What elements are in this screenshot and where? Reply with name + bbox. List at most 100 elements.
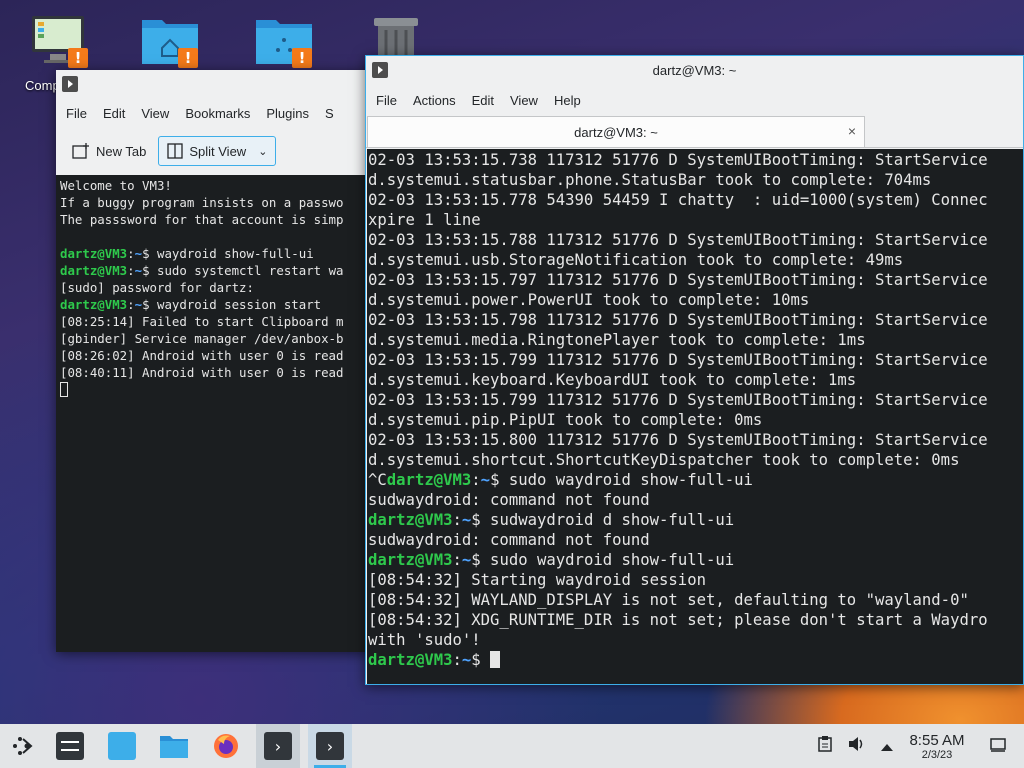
terminal-line: dartz@VM3:~$ sudwaydroid d show-full-ui xyxy=(368,511,735,529)
clipboard-icon[interactable] xyxy=(818,736,832,756)
right-terminal-output[interactable]: 02-03 13:53:15.738 117312 51776 D System… xyxy=(367,149,1023,684)
clock-time: 8:55 AM xyxy=(909,731,965,749)
new-tab-button[interactable]: New Tab xyxy=(66,136,152,166)
menu-edit[interactable]: Edit xyxy=(464,93,502,108)
right-titlebar[interactable]: dartz@VM3: ~ xyxy=(366,56,1023,84)
split-view-label: Split View xyxy=(189,143,247,159)
terminal-line: [08:25:14] Failed to start Clipboard m xyxy=(60,314,344,329)
window-menu-icon[interactable] xyxy=(372,62,388,78)
new-tab-label: New Tab xyxy=(96,143,147,159)
terminal-line: sudwaydroid: command not found xyxy=(368,531,650,549)
menu-actions[interactable]: Actions xyxy=(405,93,464,108)
terminal-line: d.systemui.media.RingtonePlayer took to … xyxy=(368,331,866,349)
terminal-line: 02-03 13:53:15.800 117312 51776 D System… xyxy=(368,431,988,449)
terminal-line: 02-03 13:53:15.797 117312 51776 D System… xyxy=(368,271,988,289)
file-manager-button[interactable] xyxy=(152,724,196,768)
terminal-line: 02-03 13:53:15.798 117312 51776 D System… xyxy=(368,311,988,329)
terminal-tab[interactable]: dartz@VM3: ~ × xyxy=(367,116,865,147)
menu-settings[interactable]: S xyxy=(317,106,342,121)
terminal-line: 02-03 13:53:15.799 117312 51776 D System… xyxy=(368,391,988,409)
window-title: dartz@VM3: ~ xyxy=(652,62,737,78)
kde-launcher-icon xyxy=(13,737,33,755)
terminal-line: [08:40:11] Android with user 0 is read xyxy=(60,365,344,380)
menu-edit[interactable]: Edit xyxy=(95,106,133,121)
terminal-icon: › xyxy=(264,732,292,760)
network-folder-icon[interactable]: ! xyxy=(254,12,318,76)
terminal-line: d.systemui.power.PowerUI took to complet… xyxy=(368,291,810,309)
discover-button[interactable] xyxy=(100,724,144,768)
folder-icon xyxy=(160,736,188,758)
menu-view[interactable]: View xyxy=(502,93,546,108)
system-tray: 8:55 AM 2/3/23 xyxy=(818,724,1024,768)
terminal-line: dartz@VM3:~$ sudo waydroid show-full-ui xyxy=(368,551,735,569)
terminal-line: 02-03 13:53:15.738 117312 51776 D System… xyxy=(368,151,988,169)
warning-badge: ! xyxy=(178,48,198,68)
app-launcher-button[interactable] xyxy=(0,724,44,768)
warning-badge: ! xyxy=(292,48,312,68)
left-terminal-window: File Edit View Bookmarks Plugins S New T… xyxy=(56,70,386,652)
tab-bar: dartz@VM3: ~ × xyxy=(366,116,1023,148)
terminal-line: [08:54:32] XDG_RUNTIME_DIR is not set; p… xyxy=(368,611,988,629)
system-settings-button[interactable] xyxy=(48,724,92,768)
konsole-task-1[interactable]: › xyxy=(256,724,300,768)
right-terminal-window: dartz@VM3: ~ File Actions Edit View Help… xyxy=(365,55,1024,685)
computer-label: Comp xyxy=(25,78,60,93)
terminal-line: dartz@VM3:~$ xyxy=(368,650,1023,670)
warning-badge: ! xyxy=(68,48,88,68)
computer-icon[interactable]: ! xyxy=(30,12,94,76)
window-menu-icon[interactable] xyxy=(62,76,78,92)
terminal-line: [sudo] password for dartz: xyxy=(60,280,254,295)
terminal-line: d.systemui.pip.PipUI took to complete: 0… xyxy=(368,411,763,429)
left-toolbar: New Tab Split View ⌄ xyxy=(56,128,386,174)
terminal-line: dartz@VM3:~$ waydroid show-full-ui xyxy=(60,246,314,261)
menu-bookmarks[interactable]: Bookmarks xyxy=(177,106,258,121)
discover-store-icon xyxy=(108,732,136,760)
left-menubar: File Edit View Bookmarks Plugins S xyxy=(56,98,386,128)
terminal-line: ^Cdartz@VM3:~$ sudo waydroid show-full-u… xyxy=(368,471,753,489)
volume-icon[interactable] xyxy=(848,736,866,756)
terminal-line: [08:54:32] Starting waydroid session xyxy=(368,571,706,589)
firefox-icon xyxy=(214,734,238,758)
split-view-button[interactable]: Split View ⌄ xyxy=(158,136,277,166)
terminal-line: 02-03 13:53:15.788 117312 51776 D System… xyxy=(368,231,988,249)
show-desktop-icon[interactable] xyxy=(990,737,1006,756)
konsole-task-2[interactable]: › xyxy=(308,724,352,768)
taskbar: › › 8:55 AM 2/3/23 xyxy=(0,724,1024,768)
settings-icon xyxy=(56,732,84,760)
menu-view[interactable]: View xyxy=(133,106,177,121)
menu-file[interactable]: File xyxy=(58,106,95,121)
terminal-icon: › xyxy=(316,732,344,760)
terminal-cursor xyxy=(60,382,68,397)
terminal-line: The passsword for that account is simp xyxy=(60,212,344,227)
left-terminal-output[interactable]: Welcome to VM3! If a buggy program insist… xyxy=(56,175,386,652)
clock[interactable]: 8:55 AM 2/3/23 xyxy=(902,732,972,761)
menu-plugins[interactable]: Plugins xyxy=(258,106,317,121)
right-menubar: File Actions Edit View Help xyxy=(366,84,1023,116)
terminal-line: [gbinder] Service manager /dev/anbox-b xyxy=(60,331,344,346)
terminal-line: with 'sudo'! xyxy=(368,631,481,649)
chevron-down-icon: ⌄ xyxy=(258,145,268,158)
terminal-line: dartz@VM3:~$ sudo systemctl restart wa xyxy=(60,263,344,278)
terminal-line: sudwaydroid: command not found xyxy=(368,491,650,509)
terminal-line: d.systemui.keyboard.KeyboardUI took to c… xyxy=(368,371,857,389)
menu-file[interactable]: File xyxy=(368,93,405,108)
menu-help[interactable]: Help xyxy=(546,93,589,108)
terminal-line: d.systemui.statusbar.phone.StatusBar too… xyxy=(368,171,932,189)
close-tab-icon[interactable]: × xyxy=(848,123,856,139)
terminal-line xyxy=(60,381,382,398)
left-titlebar[interactable] xyxy=(56,70,386,98)
firefox-button[interactable] xyxy=(204,724,248,768)
terminal-line: If a buggy program insists on a passwo xyxy=(60,195,344,210)
home-folder-icon[interactable]: ! xyxy=(140,12,204,76)
terminal-line: Welcome to VM3! xyxy=(60,178,172,193)
terminal-line: [08:26:02] Android with user 0 is read xyxy=(60,348,344,363)
clock-date: 2/3/23 xyxy=(921,748,953,761)
terminal-line: dartz@VM3:~$ waydroid session start xyxy=(60,297,322,312)
terminal-line: xpire 1 line xyxy=(368,211,481,229)
tab-title: dartz@VM3: ~ xyxy=(574,124,658,140)
terminal-cursor xyxy=(490,651,501,668)
new-tab-icon xyxy=(72,143,89,159)
terminal-line: d.systemui.usb.StorageNotification took … xyxy=(368,251,904,269)
tray-expand-icon[interactable] xyxy=(880,737,894,756)
